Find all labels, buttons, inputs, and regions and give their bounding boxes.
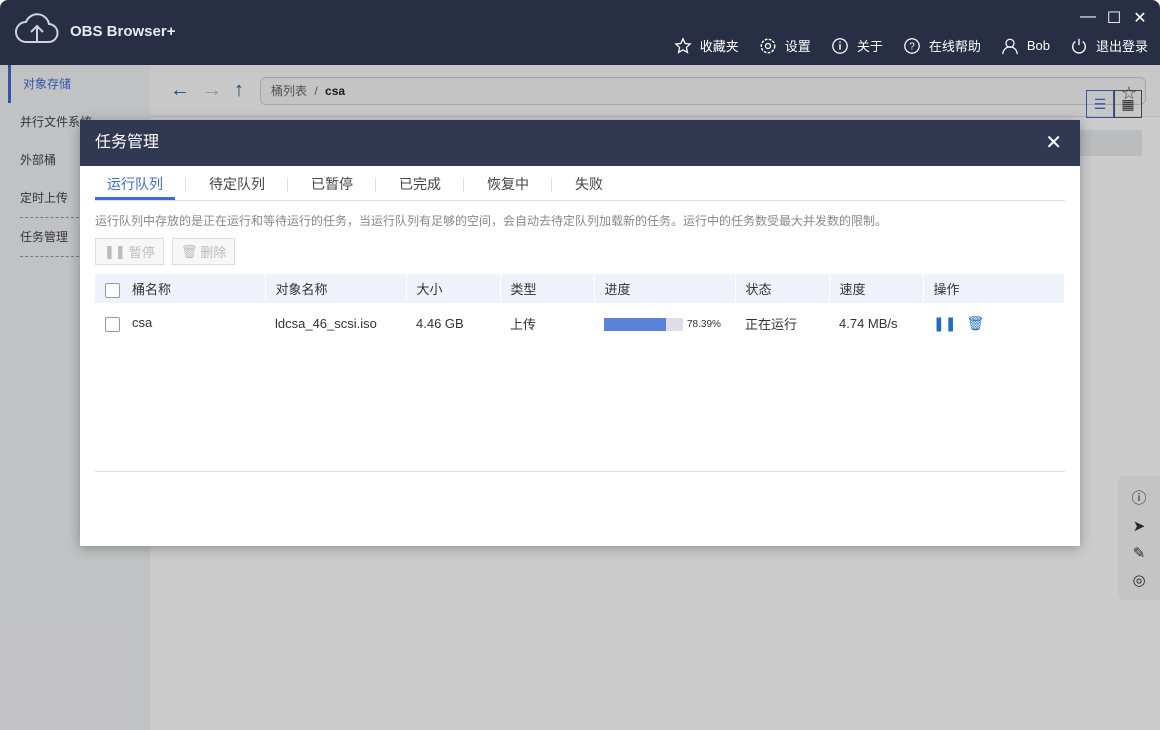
pause-icon: ❚❚ [104, 243, 126, 259]
tab-completed[interactable]: 已完成 [375, 170, 453, 200]
trash-icon: 🗑 [180, 243, 198, 259]
row-checkbox[interactable] [105, 316, 120, 332]
star-icon [674, 36, 692, 54]
logout-button[interactable]: 退出登录 [1070, 36, 1148, 55]
task-table: 桶名称 对象名称 大小 类型 进度 状态 速度 操作 csa ldcsa_46_… [95, 274, 1065, 344]
close-window-button[interactable]: ✕ [1132, 8, 1148, 28]
svg-text:?: ? [909, 41, 915, 52]
tab-paused[interactable]: 已暂停 [287, 170, 365, 200]
online-help-button[interactable]: ? 在线帮助 [903, 36, 981, 55]
app-title: OBS Browser+ [70, 23, 176, 40]
pause-task-icon[interactable]: ❚❚ [933, 315, 956, 331]
user-icon [1002, 38, 1018, 54]
close-dialog-button[interactable]: ✕ [1045, 120, 1062, 166]
power-icon [1072, 38, 1086, 54]
favorites-button[interactable]: 收藏夹 [674, 36, 739, 55]
tab-recovering[interactable]: 恢复中 [463, 170, 541, 200]
settings-button[interactable]: 设置 [759, 36, 811, 55]
tab-running[interactable]: 运行队列 [95, 170, 175, 200]
user-menu[interactable]: Bob [1001, 37, 1050, 55]
pause-button[interactable]: ❚❚ 暂停 [95, 238, 164, 265]
info-icon [831, 37, 848, 54]
cloud-upload-logo-icon [15, 13, 59, 44]
divider [95, 471, 1065, 472]
maximize-button[interactable]: ☐ [1106, 8, 1122, 28]
delete-task-icon[interactable]: 🗑 [966, 315, 984, 331]
progress-bar [604, 318, 683, 332]
progress-fill [604, 318, 666, 332]
table-row: csa ldcsa_46_scsi.iso 4.46 GB 上传 78.39% … [95, 303, 1065, 344]
minimize-button[interactable]: — [1080, 8, 1096, 28]
help-icon: ? [903, 37, 920, 54]
delete-button[interactable]: 🗑 删除 [171, 238, 236, 265]
tab-failed[interactable]: 失败 [551, 170, 615, 200]
about-button[interactable]: 关于 [831, 36, 883, 55]
task-management-dialog: 任务管理 ✕ 运行队列 待定队列 已暂停 已完成 恢复中 失败 运行队列中存放的是… [80, 120, 1080, 546]
select-all-checkbox[interactable] [105, 283, 120, 299]
title-bar: OBS Browser+ — ☐ ✕ 收藏夹 设置 关于 ? 在线帮助 Bob 退… [0, 0, 1160, 65]
progress-text: 78.39% [687, 319, 721, 331]
tab-pending[interactable]: 待定队列 [185, 170, 277, 200]
dialog-title: 任务管理 [95, 134, 160, 151]
tab-description: 运行队列中存放的是正在运行和等待运行的任务，当运行队列有足够的空间，会自动去待定… [95, 214, 888, 228]
gear-icon [760, 38, 776, 53]
